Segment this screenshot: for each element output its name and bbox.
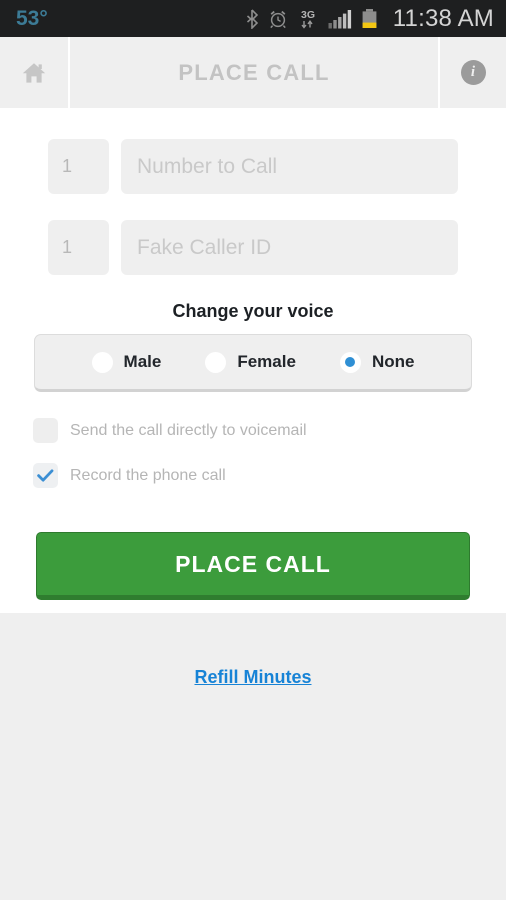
radio-none-icon-selected	[339, 351, 361, 373]
voicemail-checkbox-row[interactable]: Send the call directly to voicemail	[0, 418, 506, 443]
radio-female-icon	[205, 351, 227, 373]
main-content: 1 Number to Call 1 Fake Caller ID Change…	[0, 108, 506, 613]
voice-option-female[interactable]: Female	[205, 351, 296, 373]
place-call-button[interactable]: PLACE CALL	[36, 532, 470, 600]
home-icon	[22, 62, 46, 83]
alarm-clock-icon	[270, 10, 286, 28]
home-button[interactable]	[0, 37, 70, 108]
refill-minutes-link[interactable]: Refill Minutes	[0, 667, 506, 688]
radio-selected-dot	[345, 357, 356, 367]
fake-caller-id-input[interactable]: Fake Caller ID	[121, 220, 458, 275]
number-to-call-row: 1 Number to Call	[0, 139, 506, 194]
svg-text:3G: 3G	[301, 9, 315, 21]
voice-option-male-label: Male	[123, 352, 162, 371]
signal-bars-icon	[328, 9, 351, 28]
voice-option-male[interactable]: Male	[91, 351, 162, 373]
record-checkbox-checked-icon	[33, 463, 58, 488]
temperature-indicator: 53°	[16, 6, 48, 30]
voicemail-checkbox-unchecked-icon	[33, 418, 58, 443]
info-icon: i	[460, 60, 486, 85]
voicemail-checkbox-label: Send the call directly to voicemail	[70, 421, 307, 439]
voice-option-none[interactable]: None	[339, 351, 415, 373]
app-screen: 53° 3G 11:38 AM PLACE CALL i 1 Number to…	[0, 0, 506, 900]
3g-data-icon: 3G	[301, 9, 315, 29]
footer: Refill Minutes	[0, 613, 506, 900]
page-title: PLACE CALL	[178, 59, 330, 85]
number-country-code[interactable]: 1	[48, 139, 109, 194]
change-voice-label: Change your voice	[172, 301, 334, 321]
status-bar: 53° 3G 11:38 AM	[0, 0, 506, 37]
info-button[interactable]: i	[438, 37, 506, 108]
voice-radio-group: Male Female None	[34, 334, 472, 392]
checkmark-icon	[37, 468, 54, 482]
fake-caller-id-row: 1 Fake Caller ID	[0, 220, 506, 275]
battery-icon	[362, 8, 377, 28]
caller-id-country-code[interactable]: 1	[48, 220, 109, 275]
bluetooth-icon	[246, 8, 258, 29]
record-checkbox-label: Record the phone call	[70, 466, 226, 484]
status-icons: 3G 11:38 AM	[246, 4, 494, 32]
app-header: PLACE CALL i	[0, 37, 506, 108]
record-checkbox-row[interactable]: Record the phone call	[0, 463, 506, 488]
radio-male-icon	[91, 351, 113, 373]
clock: 11:38 AM	[392, 4, 494, 32]
voice-option-female-label: Female	[237, 352, 296, 371]
number-to-call-input[interactable]: Number to Call	[121, 139, 458, 194]
voice-option-none-label: None	[371, 352, 415, 371]
